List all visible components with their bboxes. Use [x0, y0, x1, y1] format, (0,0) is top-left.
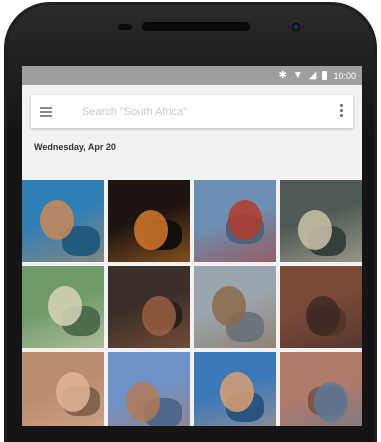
photo-thumbnail[interactable] — [194, 352, 276, 426]
signal-icon: ◢ — [308, 69, 317, 81]
photo-thumbnail[interactable] — [108, 352, 190, 426]
photo-thumbnail[interactable] — [194, 266, 276, 348]
section-date-header: Wednesday, Apr 20 — [34, 142, 116, 152]
more-vert-icon[interactable] — [339, 104, 343, 117]
front-camera — [293, 24, 299, 30]
photo-thumbnail[interactable] — [280, 180, 362, 262]
phone-sensor — [118, 24, 132, 30]
phone-screen: ✱ ▼ ◢ 10:00 Wednesday, Apr 20 — [22, 66, 362, 426]
phone-speaker — [142, 22, 250, 31]
photo-thumbnail[interactable] — [108, 180, 190, 262]
battery-icon — [322, 71, 328, 80]
photo-thumbnail[interactable] — [194, 180, 276, 262]
photo-thumbnail[interactable] — [22, 180, 104, 262]
search-input[interactable] — [80, 104, 304, 119]
photo-grid — [22, 180, 362, 426]
bluetooth-icon: ✱ — [278, 69, 287, 81]
status-time: 10:00 — [333, 70, 356, 81]
photo-thumbnail[interactable] — [108, 266, 190, 348]
menu-icon[interactable] — [40, 95, 62, 128]
photo-thumbnail[interactable] — [280, 266, 362, 348]
wifi-icon: ▼ — [292, 69, 303, 81]
photo-thumbnail[interactable] — [280, 352, 362, 426]
photo-thumbnail[interactable] — [22, 266, 104, 348]
search-bar[interactable] — [31, 95, 353, 128]
status-bar: ✱ ▼ ◢ 10:00 — [22, 66, 362, 85]
photo-thumbnail[interactable] — [22, 352, 104, 426]
